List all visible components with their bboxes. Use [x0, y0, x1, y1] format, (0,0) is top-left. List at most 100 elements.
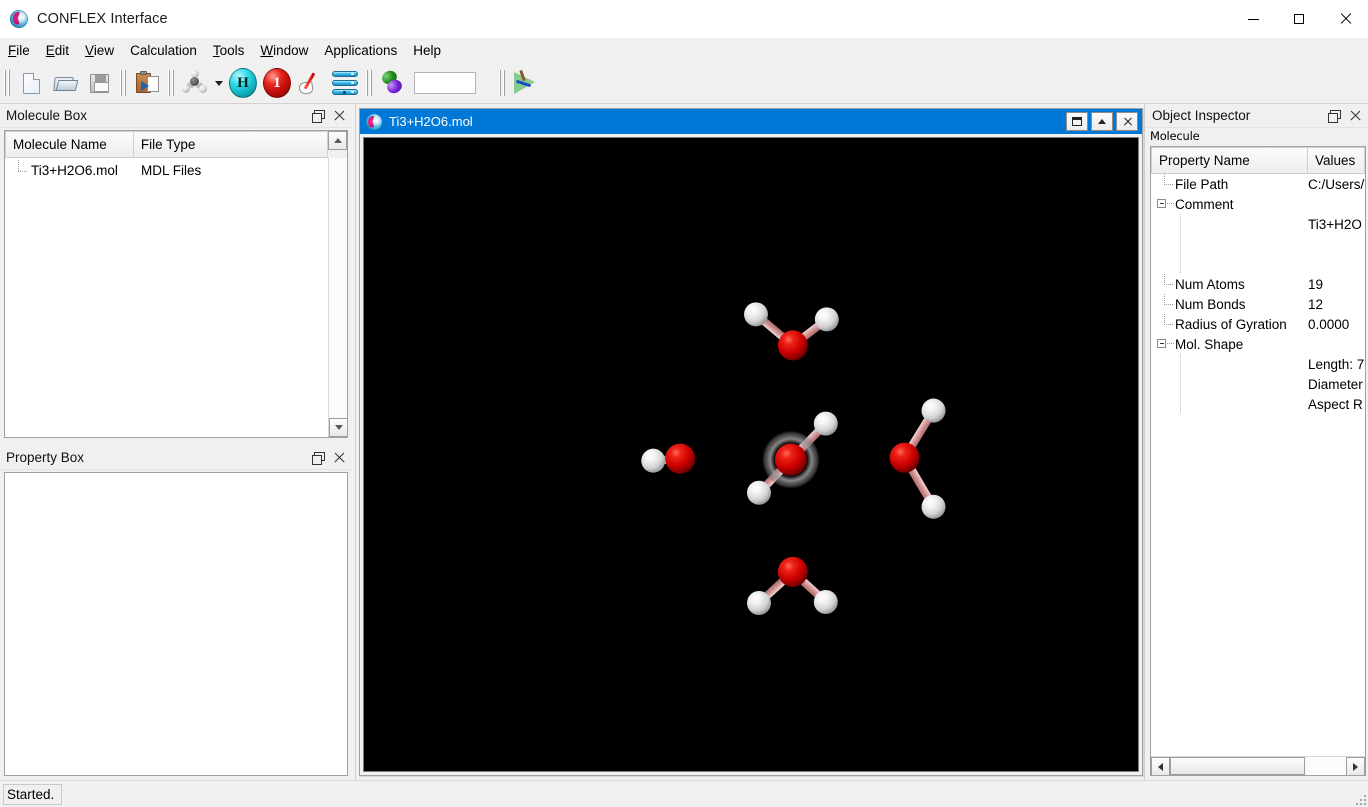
property-box-close-button[interactable]	[330, 449, 348, 467]
oi-scrollbar-thumb[interactable]	[1170, 757, 1305, 775]
window-titlebar: CONFLEX Interface	[0, 0, 1368, 38]
floppy-disk-save-icon	[89, 73, 109, 93]
oxygen-atom	[777, 330, 808, 361]
property-row[interactable]: Diameter	[1151, 374, 1365, 394]
property-row[interactable]	[1151, 254, 1365, 274]
atom-number-button[interactable]: 1	[260, 66, 294, 100]
save-file-button[interactable]	[82, 66, 116, 100]
property-row[interactable]: Mol. Shape	[1151, 334, 1365, 354]
property-row[interactable]: Radius of Gyration 0.0000	[1151, 314, 1365, 334]
molecule-viewer-canvas-frame	[360, 134, 1142, 776]
molecule-scene	[641, 302, 946, 616]
property-value-cell: Ti3+H2O	[1308, 216, 1362, 232]
close-button[interactable]	[1322, 0, 1368, 38]
column-file-type[interactable]: File Type	[133, 131, 328, 158]
property-row[interactable]: Num Bonds 12	[1151, 294, 1365, 314]
property-row[interactable]: Aspect R	[1151, 394, 1365, 414]
water-right	[889, 398, 946, 519]
viewer-close-button[interactable]	[1116, 112, 1138, 131]
oi-scroll-left-button[interactable]	[1151, 757, 1170, 775]
property-row[interactable]: Ti3+H2O	[1151, 214, 1365, 234]
open-file-button[interactable]	[48, 66, 82, 100]
object-inspector-horizontal-scrollbar[interactable]	[1151, 756, 1365, 775]
menu-help[interactable]: Help	[405, 40, 449, 61]
column-molecule-name[interactable]: Molecule Name	[5, 131, 134, 158]
hydrogen-atom	[921, 494, 946, 519]
toolbar-grip-1[interactable]	[3, 70, 11, 96]
property-row[interactable]: File Path C:/Users/	[1151, 174, 1365, 194]
molecule-viewer-window-controls	[1066, 112, 1142, 131]
water-center	[747, 411, 838, 505]
molecule-box-scroll-up-button[interactable]	[328, 131, 347, 150]
orbital-surface-button[interactable]	[376, 66, 410, 100]
object-inspector-table: Property Name Values File Path C:/Users/C…	[1150, 146, 1366, 776]
property-row[interactable]: Comment	[1151, 194, 1365, 214]
property-row[interactable]: Length: 7	[1151, 354, 1365, 374]
restore-window-icon	[1072, 117, 1082, 126]
toolbar-value-input[interactable]	[414, 72, 476, 94]
oi-scroll-right-button[interactable]	[1346, 757, 1365, 775]
resize-grip-icon[interactable]	[1352, 791, 1366, 805]
hydrogen-atom	[814, 307, 839, 332]
show-hydrogens-button[interactable]: H	[226, 66, 260, 100]
property-row[interactable]	[1151, 234, 1365, 254]
hydrogen-atom-icon: H	[229, 68, 257, 98]
display-style-button[interactable]	[178, 66, 212, 100]
column-property-name[interactable]: Property Name	[1151, 147, 1308, 174]
viewer-restore-button[interactable]	[1066, 112, 1088, 131]
molecule-box-column-headers: Molecule Name File Type	[5, 131, 347, 158]
table-row[interactable]: Ti3+H2O6.mol MDL Files	[5, 158, 347, 180]
oi-scrollbar-track[interactable]	[1305, 757, 1346, 775]
menu-window[interactable]: Window	[252, 40, 316, 61]
edit-structure-button[interactable]	[294, 66, 328, 100]
column-values[interactable]: Values	[1308, 147, 1365, 174]
molecule-box-float-button[interactable]	[308, 107, 326, 125]
toolbar-grip-4[interactable]	[365, 70, 373, 96]
property-value-cell: Length: 7	[1308, 356, 1365, 372]
molecule-viewer-window: Ti3+H2O6.mol	[359, 108, 1143, 776]
toolbar-grip-5[interactable]	[498, 70, 506, 96]
viewer-minimize-button[interactable]	[1091, 112, 1113, 131]
object-inspector-close-button[interactable]	[1346, 107, 1364, 125]
molecule-viewer-titlebar[interactable]: Ti3+H2O6.mol	[360, 109, 1142, 134]
property-box-content[interactable]	[4, 472, 348, 776]
property-name-cell	[1151, 254, 1308, 274]
property-value-cell: C:/Users/	[1308, 176, 1365, 192]
maximize-button[interactable]	[1276, 0, 1322, 38]
open-folder-icon	[52, 75, 78, 92]
database-layers-button[interactable]	[328, 66, 362, 100]
menu-file[interactable]: File	[0, 40, 38, 61]
ball-and-stick-molecule-icon	[182, 70, 208, 95]
hydrogen-atom	[813, 589, 838, 615]
molecule-3d-canvas[interactable]	[363, 137, 1139, 773]
close-panel-icon	[1349, 110, 1361, 122]
minimize-window-icon	[1098, 119, 1106, 124]
molecule-box-close-button[interactable]	[330, 107, 348, 125]
conflex-logo-icon	[366, 113, 382, 130]
paste-structure-button[interactable]	[130, 66, 164, 100]
display-style-dropdown[interactable]	[212, 66, 226, 100]
menu-edit[interactable]: Edit	[38, 40, 77, 61]
molecule-box-scroll-down-button[interactable]	[329, 418, 347, 437]
property-row[interactable]: Num Atoms 19	[1151, 274, 1365, 294]
toolbar-grip-2[interactable]	[119, 70, 127, 96]
object-inspector-header: Object Inspector	[1146, 104, 1368, 128]
toolbar-grip-3[interactable]	[167, 70, 175, 96]
property-name-cell	[1151, 214, 1308, 234]
menu-calculation[interactable]: Calculation	[122, 40, 205, 61]
menu-tools[interactable]: Tools	[205, 40, 253, 61]
property-box-panel: Property Box	[0, 446, 352, 780]
new-file-button[interactable]	[14, 66, 48, 100]
object-inspector-float-button[interactable]	[1324, 107, 1342, 125]
coordinate-axes-icon	[513, 69, 539, 95]
pen-draw-icon	[298, 71, 324, 95]
menu-view[interactable]: View	[77, 40, 122, 61]
molecule-box-vertical-scrollbar[interactable]	[328, 158, 347, 437]
water-left	[641, 443, 696, 474]
collapse-expand-icon	[1155, 334, 1175, 354]
property-box-float-button[interactable]	[308, 449, 326, 467]
minimize-button[interactable]	[1230, 0, 1276, 38]
collapse-expand-icon	[1155, 194, 1175, 214]
axes-view-button[interactable]	[509, 66, 543, 100]
menu-applications[interactable]: Applications	[316, 40, 405, 61]
